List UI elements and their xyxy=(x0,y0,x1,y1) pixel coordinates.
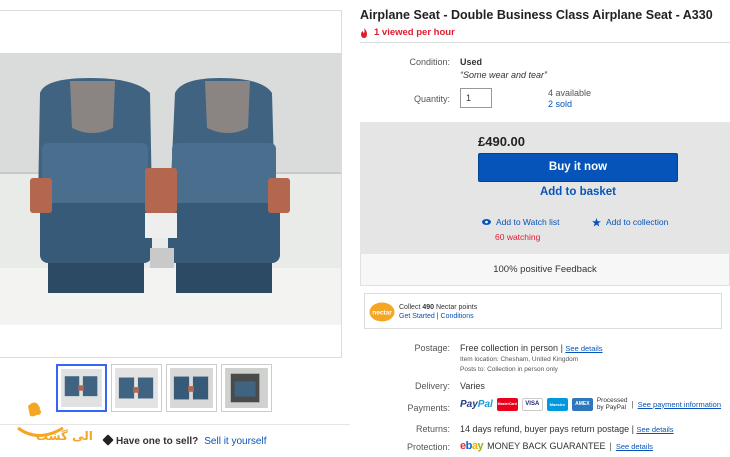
mastercard-label: MasterCard xyxy=(497,402,517,406)
availability: 4 available 2 sold xyxy=(548,88,591,110)
ebay-logo-y: y xyxy=(477,440,484,452)
star-icon xyxy=(592,217,601,227)
thumbnail-3[interactable] xyxy=(166,364,217,412)
get-started-link[interactable]: Get Started xyxy=(399,313,435,320)
seller-feedback: 100% positive Feedback xyxy=(360,254,730,286)
nectar-collect-suffix: Nectar points xyxy=(434,304,478,311)
money-back-guarantee: MONEY BACK GUARANTEE xyxy=(487,441,606,451)
returns-value: 14 days refund, buyer pays return postag… xyxy=(460,424,630,434)
protection-row: ebay MONEY BACK GUARANTEE | See details xyxy=(460,440,653,452)
conditions-link[interactable]: Conditions xyxy=(441,313,474,320)
nectar-collect-prefix: Collect xyxy=(399,304,423,311)
postage-label: Postage: xyxy=(414,343,450,353)
viewed-text: 1 viewed per hour xyxy=(374,27,455,38)
divider xyxy=(360,42,730,43)
postage-row: Free collection in person | See details xyxy=(460,343,603,353)
amex-icon: AMEX xyxy=(571,397,593,411)
payment-methods: PayPal MasterCard VISA Maestro AMEX Proc… xyxy=(460,397,721,411)
visa-icon: VISA xyxy=(521,397,543,411)
processed-text: Processed xyxy=(596,397,628,404)
collection-label: Add to collection xyxy=(606,217,669,227)
condition-note: “Some wear and tear” xyxy=(460,70,548,80)
add-to-collection-link[interactable]: Add to collection xyxy=(592,217,668,227)
paypal-logo-pay: Pay xyxy=(460,398,478,410)
returns-see-details[interactable]: See details xyxy=(636,425,673,434)
mastercard-icon: MasterCard xyxy=(496,397,518,411)
price: £490.00 xyxy=(478,134,525,149)
condition-value: Used xyxy=(460,57,483,67)
item-title: Airplane Seat - Double Business Class Ai… xyxy=(360,8,713,22)
nectar-text: Collect 490 Nectar points Get Started | … xyxy=(399,304,478,320)
sell-it-yourself-link[interactable]: Sell it yourself xyxy=(204,436,266,447)
quantity-label: Quantity: xyxy=(413,94,450,104)
buy-it-now-button[interactable]: Buy it now xyxy=(478,153,678,182)
add-to-watchlist-link[interactable]: Add to Watch list xyxy=(482,217,559,227)
postage-see-details[interactable]: See details xyxy=(565,344,602,353)
delivery-value: Varies xyxy=(460,381,485,391)
paypal-logo: PayPal xyxy=(460,399,493,410)
main-image-frame[interactable] xyxy=(0,10,342,358)
nectar-points: 490 xyxy=(422,304,435,311)
buy-panel: £490.00 Buy it now Add to basket Add to … xyxy=(360,122,730,254)
returns-row: 14 days refund, buyer pays return postag… xyxy=(460,424,674,434)
amex-label: AMEX xyxy=(575,401,590,407)
quantity-input[interactable]: 1 xyxy=(460,88,492,108)
delivery-label: Delivery: xyxy=(414,381,450,391)
returns-label: Returns: xyxy=(415,424,450,434)
postage-value: Free collection in person xyxy=(460,343,559,353)
visa-label: VISA xyxy=(525,401,540,407)
ebay-logo: ebay xyxy=(460,440,484,452)
watching-count: 60 watching xyxy=(495,232,541,242)
maestro-icon: Maestro xyxy=(546,397,568,411)
condition-label: Condition: xyxy=(409,57,450,67)
processed-by-paypal: Processed by PayPal xyxy=(597,397,628,411)
add-to-basket-button[interactable]: Add to basket xyxy=(478,186,678,198)
nectar-logo-text: nectar xyxy=(372,310,392,317)
payments-label: Payments: xyxy=(407,403,450,413)
image-gallery: الی گشت Have one to sell? Sell it yourse… xyxy=(0,0,350,457)
see-payment-information[interactable]: See payment information xyxy=(638,400,721,409)
nectar-box: nectar Collect 490 Nectar points Get Sta… xyxy=(364,293,722,329)
by-paypal-text: by PayPal xyxy=(596,404,627,411)
item-location: Item location: Chesham, United Kingdom xyxy=(460,356,579,363)
eye-icon xyxy=(482,219,491,225)
flame-icon xyxy=(361,27,367,38)
watchlist-label: Add to Watch list xyxy=(496,217,560,227)
available-count: 4 available xyxy=(548,88,592,98)
sell-question: Have one to sell? xyxy=(116,435,199,447)
tag-icon xyxy=(102,433,114,446)
protection-label: Protection: xyxy=(406,442,450,452)
item-details: Airplane Seat - Double Business Class Ai… xyxy=(356,0,730,457)
nectar-logo-icon: nectar xyxy=(369,302,395,322)
thumbnail-4[interactable] xyxy=(221,364,272,412)
viewed-indicator: 1 viewed per hour xyxy=(360,27,455,38)
thumbnail-2[interactable] xyxy=(111,364,162,412)
sold-link[interactable]: 2 sold xyxy=(548,99,591,110)
posts-to: Posts to: Collection in person only xyxy=(460,366,558,373)
paypal-logo-pal: Pal xyxy=(477,398,493,410)
sell-row: Have one to sell? Sell it yourself xyxy=(0,424,350,457)
maestro-label: Maestro xyxy=(549,401,565,407)
main-product-photo xyxy=(0,53,341,325)
protection-see-details[interactable]: See details xyxy=(616,442,653,451)
